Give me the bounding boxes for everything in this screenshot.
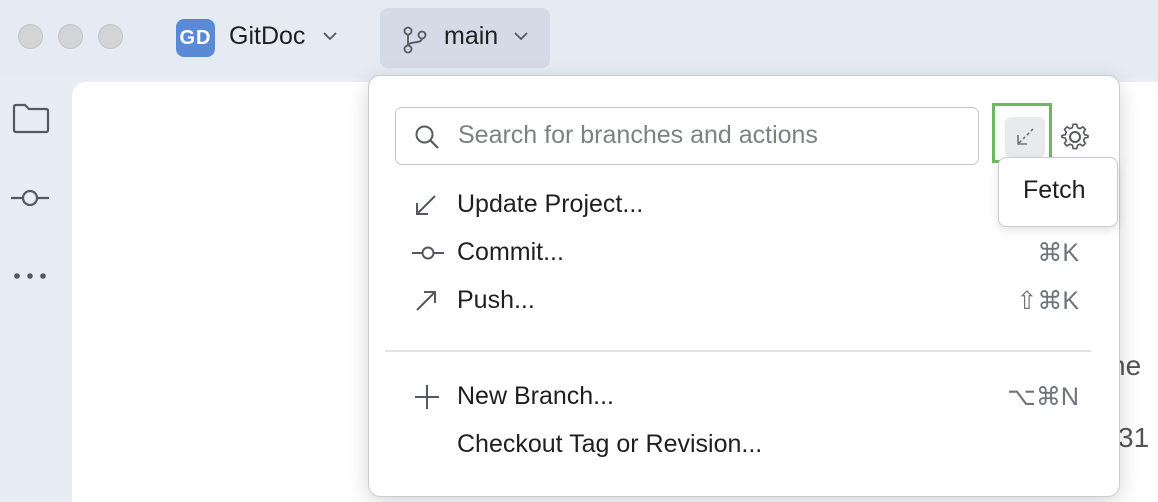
branch-selector-button[interactable]: main: [380, 8, 550, 68]
plus-icon: [415, 385, 439, 409]
menu-item-shortcut: ⇧⌘K: [1016, 287, 1079, 315]
fetch-highlight-box: [992, 103, 1052, 163]
menu-item-push[interactable]: Push... ⇧⌘K: [369, 278, 1119, 324]
menu-item-shortcut: ⌘K: [1037, 239, 1079, 267]
menu-item-label: New Branch...: [457, 382, 615, 410]
menu-item-new-branch[interactable]: New Branch... ⌥⌘N: [369, 374, 1119, 420]
zoom-window-button[interactable]: [98, 24, 123, 49]
git-branches-popup: Update Project... Commit... ⌘K Push... ⇧…: [368, 75, 1120, 497]
project-badge: GD: [176, 19, 215, 57]
divider: [385, 350, 1091, 352]
search-field[interactable]: [395, 107, 979, 165]
menu-item-label: Push...: [457, 286, 535, 314]
branch-icon: [403, 26, 427, 54]
commit-icon: [412, 246, 444, 260]
more-icon[interactable]: [12, 270, 48, 282]
update-arrow-icon: [416, 195, 436, 215]
folder-icon[interactable]: [12, 102, 50, 134]
project-name: GitDoc: [229, 22, 306, 50]
close-window-button[interactable]: [18, 24, 43, 49]
title-bar: GD GitDoc main: [0, 0, 1158, 78]
chevron-down-icon: [323, 32, 337, 41]
search-icon: [415, 125, 439, 149]
gear-icon[interactable]: [1060, 122, 1090, 152]
fetch-tooltip: Fetch: [998, 157, 1118, 227]
menu-item-shortcut: ⌥⌘N: [1007, 383, 1079, 411]
background-text: 31: [1118, 422, 1150, 453]
tool-window-bar: [0, 78, 62, 478]
menu-item-label: Commit...: [457, 238, 564, 266]
push-arrow-icon: [416, 291, 436, 311]
search-input[interactable]: [458, 120, 958, 150]
menu-item-label: Checkout Tag or Revision...: [457, 430, 763, 458]
chevron-down-icon: [514, 32, 528, 41]
menu-item-commit[interactable]: Commit... ⌘K: [369, 230, 1119, 276]
tooltip-text: Fetch: [1023, 176, 1086, 204]
branch-name: main: [444, 22, 499, 50]
commit-icon[interactable]: [10, 186, 50, 210]
minimize-window-button[interactable]: [58, 24, 83, 49]
menu-item-checkout-tag[interactable]: Checkout Tag or Revision...: [369, 422, 1119, 468]
menu-item-label: Update Project...: [457, 190, 644, 218]
